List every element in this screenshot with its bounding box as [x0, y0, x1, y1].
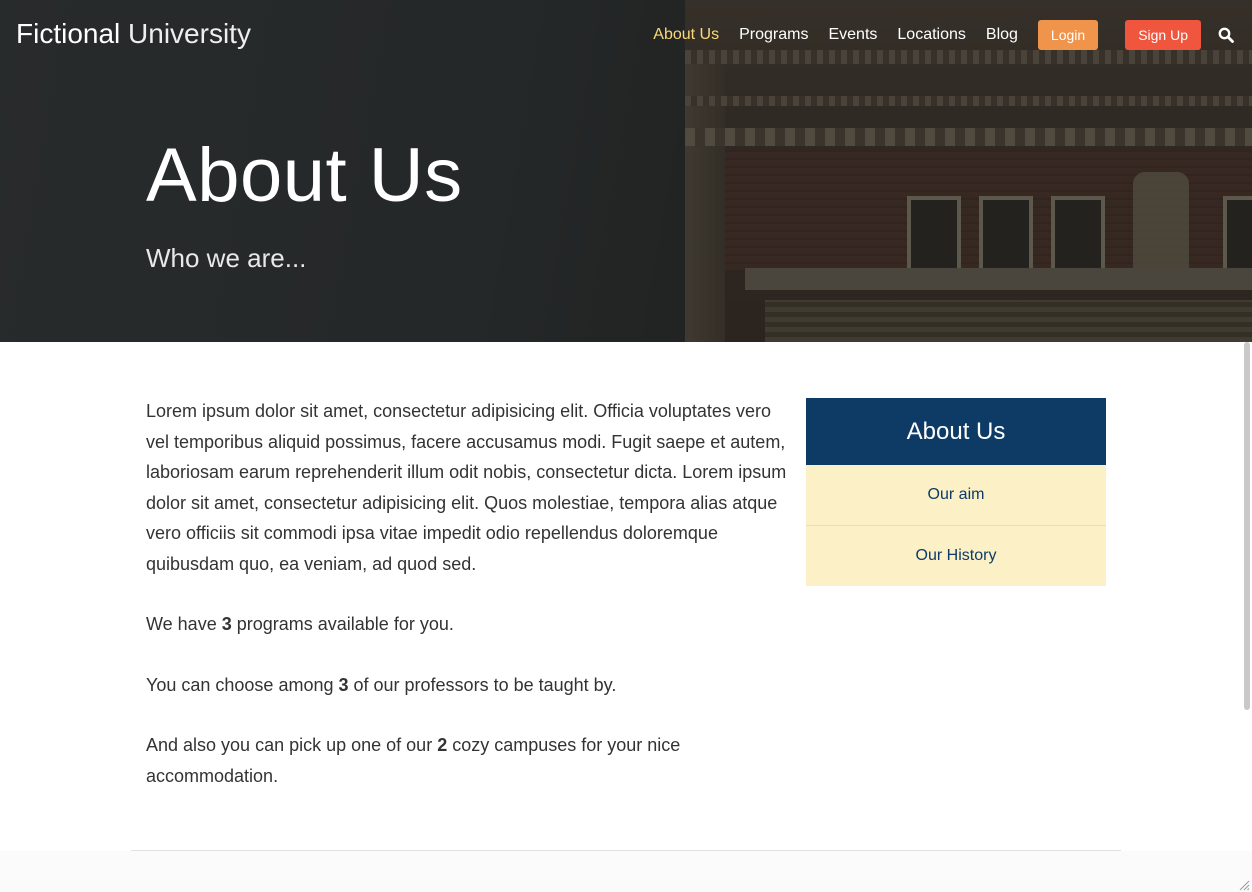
programs-count-text: We have 3 programs available for you.	[146, 614, 454, 634]
page-subtitle: Who we are...	[146, 243, 307, 273]
intro-paragraph: Lorem ipsum dolor sit amet, consectetur …	[146, 401, 787, 574]
nav-events[interactable]: Events	[828, 26, 877, 44]
programs-count: 3	[221, 614, 232, 634]
page-sidebar: About Us Our aim Our History	[806, 398, 1106, 586]
signup-button[interactable]: Sign Up	[1125, 20, 1201, 50]
nav-about-us[interactable]: About Us	[653, 26, 719, 44]
campuses-count-text: And also you can pick up one of our 2 co…	[146, 735, 681, 786]
scrollbar[interactable]	[1244, 342, 1250, 710]
campuses-count: 2	[437, 735, 448, 755]
professors-count: 3	[338, 674, 349, 695]
resize-grip-icon[interactable]	[1238, 878, 1250, 891]
page-title: About Us	[146, 133, 463, 218]
site-logo[interactable]: Fictional University	[16, 18, 251, 50]
professors-count-text: You can choose among 3 of our professors…	[146, 674, 617, 695]
search-icon[interactable]	[1218, 27, 1234, 43]
sidebar-item-our-aim[interactable]: Our aim	[806, 465, 1106, 526]
footer-area	[0, 851, 1252, 892]
logo-strong: Fictional	[16, 18, 121, 49]
main-nav: About Us Programs Events Locations Blog …	[653, 20, 1252, 50]
nav-locations[interactable]: Locations	[897, 26, 966, 44]
hero-banner: Fictional University About Us Programs E…	[0, 0, 1252, 342]
sidebar-title[interactable]: About Us	[806, 398, 1106, 465]
login-button[interactable]: Login	[1037, 20, 1099, 50]
sidebar-item-our-history[interactable]: Our History	[806, 526, 1106, 586]
main-content: Lorem ipsum dolor sit amet, consectetur …	[146, 396, 796, 821]
nav-programs[interactable]: Programs	[739, 26, 808, 44]
nav-blog[interactable]: Blog	[986, 26, 1018, 44]
logo-light: University	[128, 18, 251, 49]
